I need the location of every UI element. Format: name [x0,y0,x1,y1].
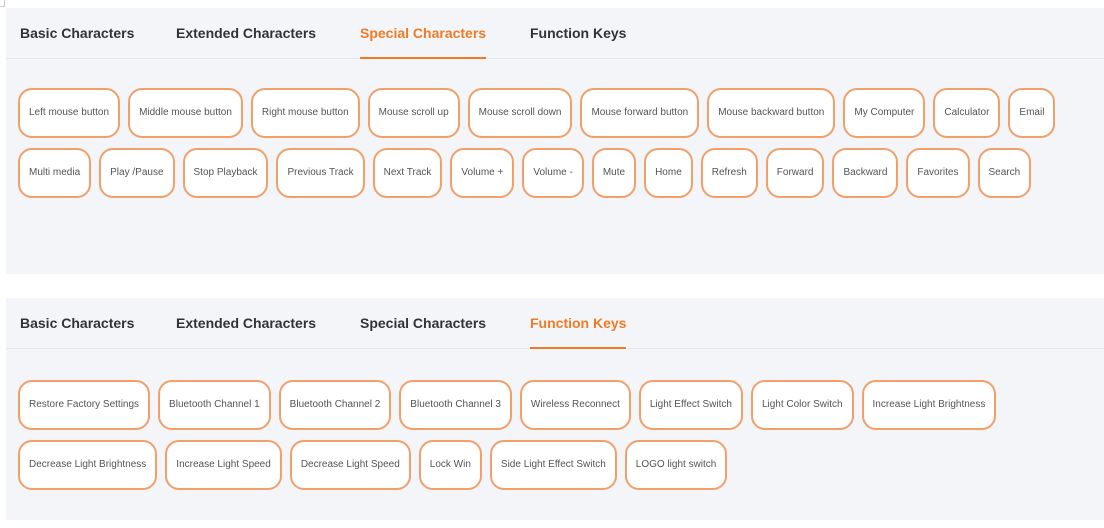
key-email[interactable]: Email [1008,88,1056,138]
key-mouse-backward-button[interactable]: Mouse backward button [707,88,836,138]
special-characters-panel: Basic Characters Extended Characters Spe… [6,8,1104,274]
key-side-light-effect-switch[interactable]: Side Light Effect Switch [489,440,617,490]
key-restore-factory-settings[interactable]: Restore Factory Settings [18,380,151,430]
key-lock-win[interactable]: Lock Win [418,440,482,490]
window-corner-mark [0,0,5,7]
tab-function-keys[interactable]: Function Keys [530,298,627,349]
key-logo-light-switch[interactable]: LOGO light switch [624,440,728,490]
key-my-computer[interactable]: My Computer [843,88,926,138]
key-mute[interactable]: Mute [591,148,637,198]
key-bluetooth-channel-3[interactable]: Bluetooth Channel 3 [399,380,512,430]
key-bluetooth-channel-1[interactable]: Bluetooth Channel 1 [158,380,271,430]
tab-extended-characters[interactable]: Extended Characters [176,8,316,58]
tab-basic-characters[interactable]: Basic Characters [20,8,134,58]
key-decrease-light-brightness[interactable]: Decrease Light Brightness [18,440,158,490]
tab-special-characters[interactable]: Special Characters [360,298,486,348]
key-backward[interactable]: Backward [832,148,899,198]
key-wireless-reconnect[interactable]: Wireless Reconnect [519,380,631,430]
key-home[interactable]: Home [644,148,693,198]
key-right-mouse-button[interactable]: Right mouse button [250,88,360,138]
key-volume-down[interactable]: Volume - [522,148,584,198]
key-category-tabs: Basic Characters Extended Characters Spe… [6,298,1104,349]
key-mouse-forward-button[interactable]: Mouse forward button [580,88,700,138]
key-bluetooth-channel-2[interactable]: Bluetooth Channel 2 [278,380,392,430]
key-left-mouse-button[interactable]: Left mouse button [18,88,121,138]
key-favorites[interactable]: Favorites [906,148,970,198]
key-calculator[interactable]: Calculator [933,88,1001,138]
key-increase-light-brightness[interactable]: Increase Light Brightness [861,380,997,430]
key-category-tabs: Basic Characters Extended Characters Spe… [6,8,1104,59]
tab-extended-characters[interactable]: Extended Characters [176,298,316,348]
special-key-list: Left mouse button Middle mouse button Ri… [18,88,1098,198]
key-next-track[interactable]: Next Track [372,148,443,198]
key-mouse-scroll-up[interactable]: Mouse scroll up [367,88,460,138]
key-middle-mouse-button[interactable]: Middle mouse button [128,88,243,138]
key-multi-media[interactable]: Multi media [18,148,92,198]
key-play-pause[interactable]: Play /Pause [99,148,175,198]
key-forward[interactable]: Forward [765,148,825,198]
key-search[interactable]: Search [977,148,1032,198]
key-light-effect-switch[interactable]: Light Effect Switch [638,380,743,430]
key-stop-playback[interactable]: Stop Playback [182,148,269,198]
tab-function-keys[interactable]: Function Keys [530,8,626,58]
key-mouse-scroll-down[interactable]: Mouse scroll down [467,88,573,138]
key-previous-track[interactable]: Previous Track [276,148,365,198]
function-key-list: Restore Factory Settings Bluetooth Chann… [18,380,1098,490]
function-keys-panel: Basic Characters Extended Characters Spe… [6,298,1104,520]
key-refresh[interactable]: Refresh [700,148,758,198]
tab-basic-characters[interactable]: Basic Characters [20,298,134,348]
key-volume-up[interactable]: Volume + [450,148,515,198]
key-increase-light-speed[interactable]: Increase Light Speed [165,440,282,490]
key-decrease-light-speed[interactable]: Decrease Light Speed [289,440,411,490]
key-light-color-switch[interactable]: Light Color Switch [750,380,854,430]
tab-special-characters[interactable]: Special Characters [360,8,487,59]
